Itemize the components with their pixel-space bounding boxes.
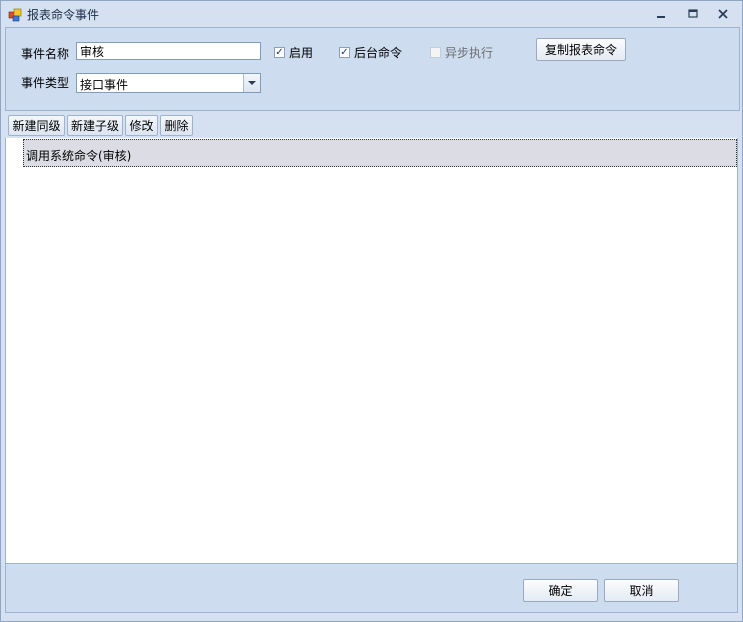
event-type-label: 事件类型 [21,76,70,90]
button-bar: 确定 取消 [5,563,738,613]
delete-button[interactable]: 删除 [160,115,193,136]
enable-check-icon[interactable]: ✓ [274,47,285,58]
event-type-select[interactable]: 接口事件 [76,73,261,93]
chevron-down-icon [248,80,256,85]
background-command-label: 后台命令 [354,46,403,60]
async-check-icon[interactable] [430,47,441,58]
ok-button[interactable]: 确定 [523,579,598,602]
async-execute-checkbox[interactable]: 异步执行 [430,44,493,61]
tree-item[interactable]: 调用系统命令(审核) [23,139,737,167]
background-command-checkbox[interactable]: ✓ 后台命令 [339,44,402,61]
enable-checkbox[interactable]: ✓ 启用 [274,44,313,61]
title-bar[interactable]: 报表命令事件 [1,1,742,27]
close-button[interactable] [715,7,731,21]
new-child-button[interactable]: 新建子级 [67,115,123,136]
maximize-icon [688,9,698,18]
properties-panel: 事件名称 ✓ 启用 ✓ 后台命令 异步执行 复制报表命令 事件类型 接口事件 [5,27,740,111]
new-sibling-button[interactable]: 新建同级 [8,115,65,136]
command-tree[interactable]: 调用系统命令(审核) [5,138,738,563]
dropdown-button[interactable] [243,74,260,92]
event-name-label: 事件名称 [21,47,70,61]
app-icon [8,8,22,22]
minimize-button[interactable] [653,7,669,21]
enable-label: 启用 [289,46,314,60]
minimize-icon [657,16,665,18]
dialog-window: 报表命令事件 事件名称 ✓ 启用 ✓ 后台命令 [0,0,743,622]
background-check-icon[interactable]: ✓ [339,47,350,58]
maximize-button[interactable] [685,7,701,21]
async-execute-label: 异步执行 [445,46,494,60]
cancel-button[interactable]: 取消 [604,579,679,602]
event-name-input[interactable] [76,42,261,60]
copy-report-command-button[interactable]: 复制报表命令 [536,38,626,61]
close-icon [718,9,728,19]
edit-button[interactable]: 修改 [125,115,158,136]
toolbar: 新建同级 新建子级 修改 删除 [5,113,738,137]
event-type-value: 接口事件 [80,78,129,92]
window-title: 报表命令事件 [27,8,100,22]
